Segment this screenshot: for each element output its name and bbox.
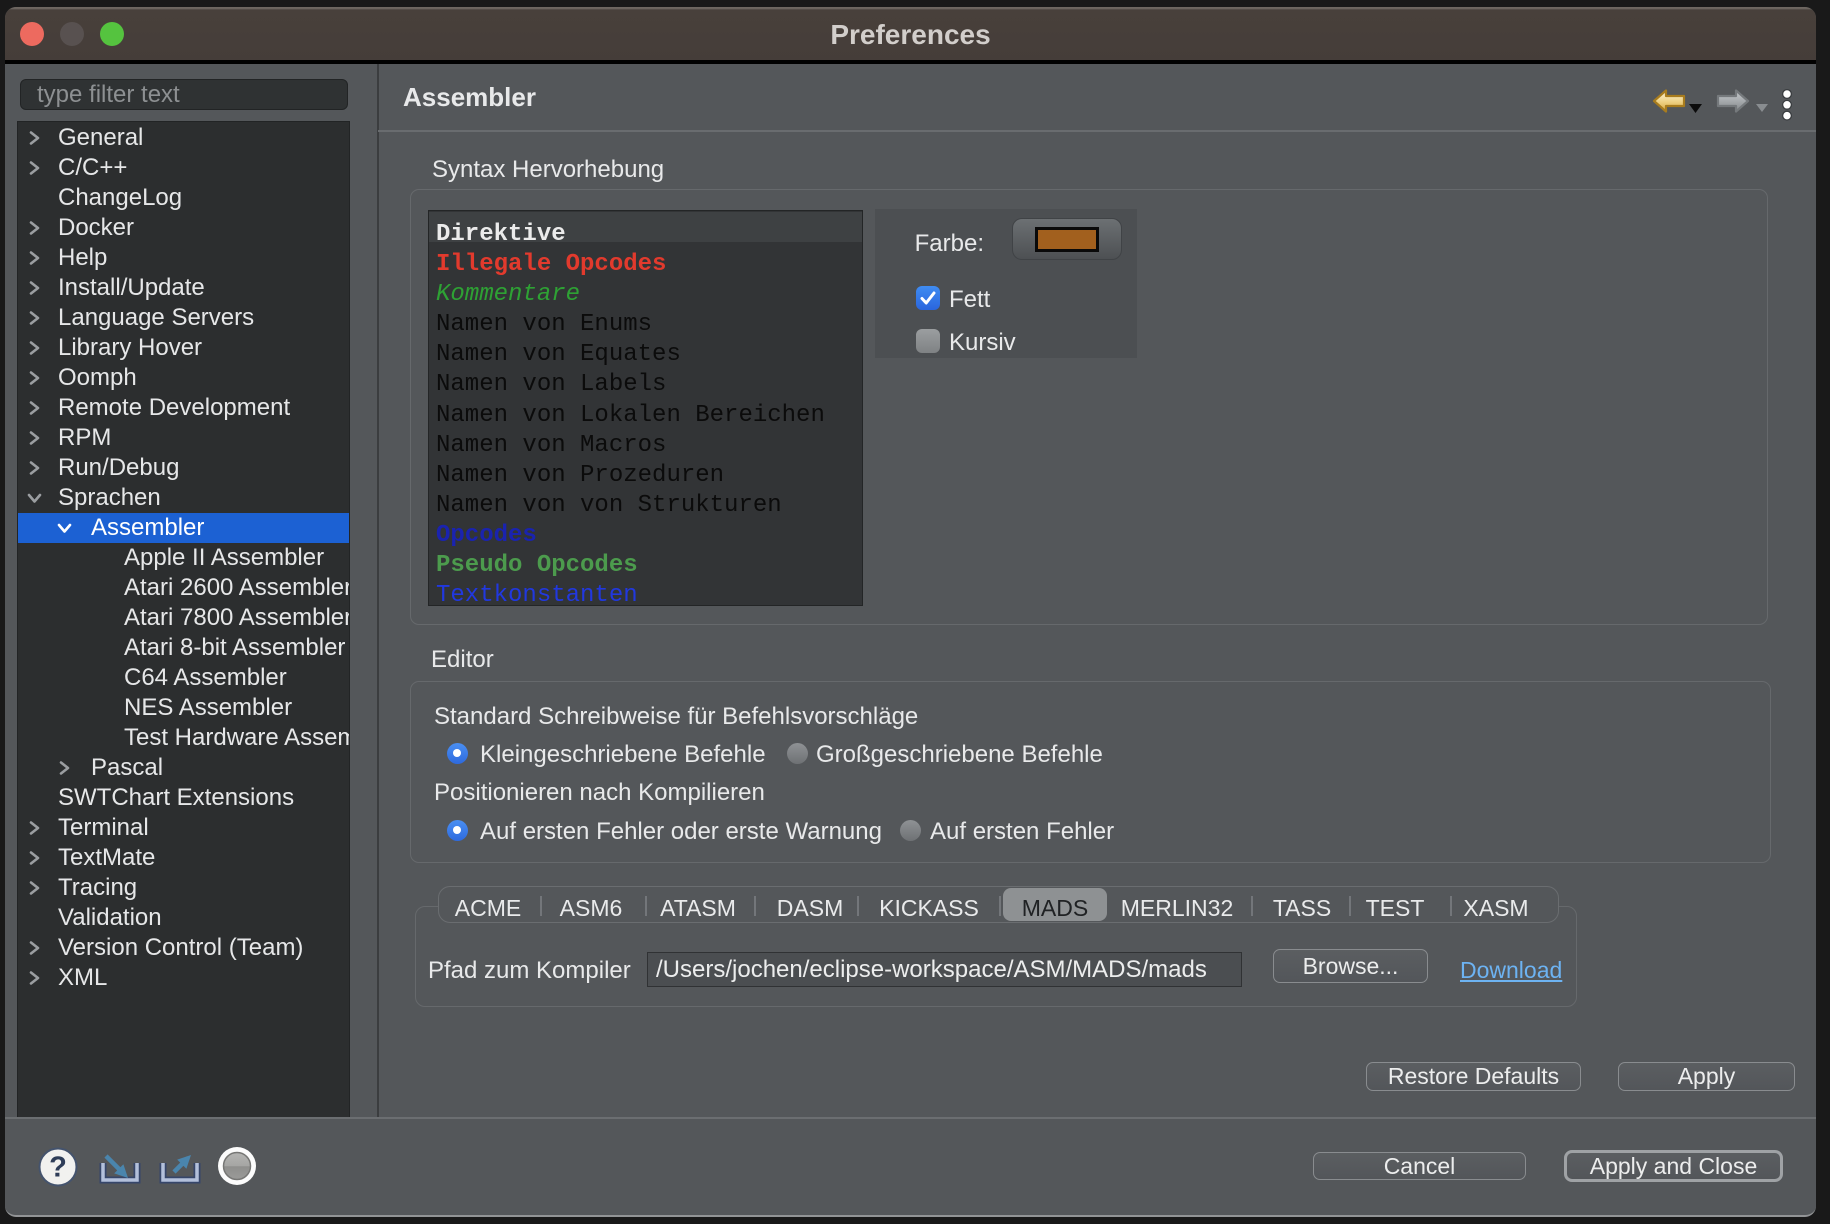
svg-text:?: ? — [49, 1152, 67, 1184]
